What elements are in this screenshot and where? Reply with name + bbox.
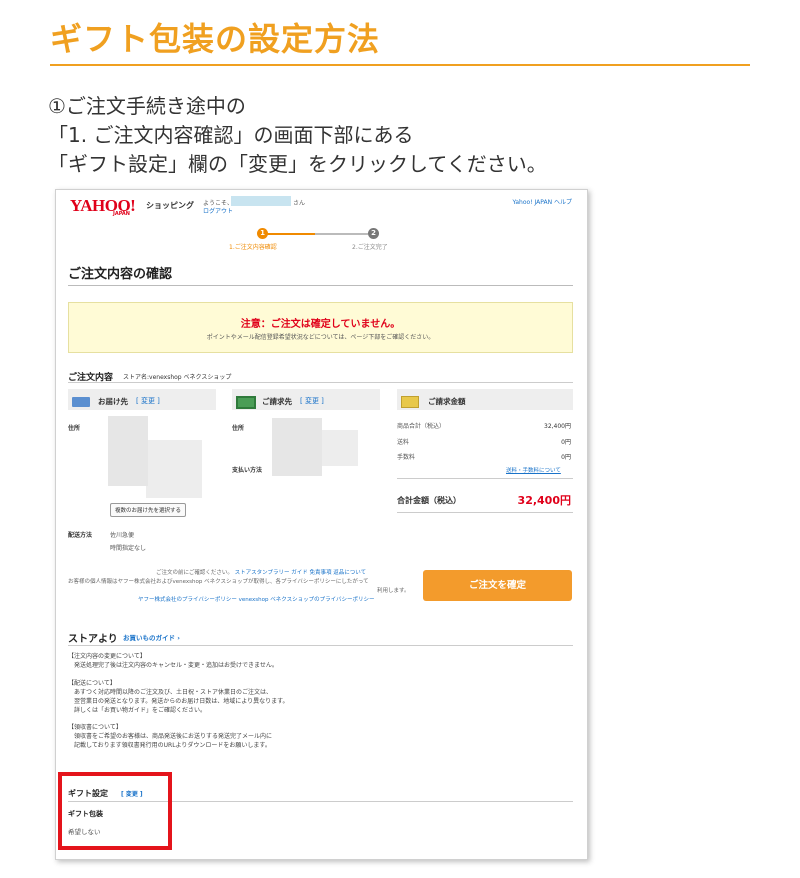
total-label: 合計金額（税込）: [397, 496, 461, 505]
logout-link[interactable]: ログアウト: [203, 206, 233, 215]
yahoo-logo-sub: JAPAN: [113, 211, 130, 217]
note-line: 詳しくは「お買い物ガイド」をご確認ください。: [74, 707, 207, 714]
shipping-label: 送料: [397, 439, 410, 446]
order-divider: [68, 382, 573, 383]
subtotal-label: 商品合計（税込）: [397, 423, 446, 430]
privacy-line-1: ご注文の前にご確認ください。 ストアスタンプラリー ガイド 免責事項 返品につい…: [156, 568, 366, 576]
instructions: ①ご注文手続き途中の 「1. ご注文内容確認」の画面下部にある 「ギフト設定」欄…: [48, 92, 547, 179]
store-note: 【配送について】 あすつく対応時間以降のご注文及び、土日祝・ストア休業日のご注文…: [68, 679, 289, 715]
note-title: 【領収書について】: [68, 724, 122, 731]
page-title: ギフト包装の設定方法: [50, 20, 381, 58]
step-1-indicator: 1: [257, 228, 268, 239]
delivery-title: お届け先: [98, 397, 128, 406]
billing-address-redacted: [272, 418, 322, 476]
fee-info-link[interactable]: 送料・手数料について: [506, 466, 561, 474]
instruction-line: ①ご注文手続き途中の: [48, 94, 246, 118]
card-icon: [236, 396, 256, 409]
total-value: 32,400円: [517, 494, 571, 507]
delivery-time-value: 時間指定なし: [110, 545, 147, 552]
heading-divider: [68, 285, 573, 286]
header-links[interactable]: Yahoo! JAPAN ヘルプ: [513, 197, 572, 206]
billing-address-label: 住所: [232, 425, 245, 432]
store-divider: [68, 645, 573, 646]
privacy-links[interactable]: ストアスタンプラリー ガイド 免責事項 返品について: [235, 570, 366, 576]
confirm-heading: ご注文内容の確認: [68, 267, 173, 282]
billing-change-link[interactable]: [ 変更 ]: [300, 396, 324, 406]
shopping-guide-link[interactable]: お買いものガイド ›: [123, 632, 180, 642]
store-note: 【領収書について】 領収書をご希望のお客様は、商品発送後にお送りする発送完了メー…: [68, 723, 272, 750]
delivery-method-value: 佐川急便: [110, 532, 135, 539]
title-divider: [50, 64, 750, 66]
fee-value: 0円: [561, 454, 571, 461]
notice-main-text: 注意：ご注文は確定していません。: [240, 319, 401, 330]
note-line: あすつく対応時間以降のご注文及び、土日祝・ストア休業日のご注文は、: [74, 689, 273, 696]
store-note: 【注文内容の変更について】 発送処理完了後は注文内容のキャンセル・変更・追加はお…: [68, 652, 278, 670]
service-name: ショッピング: [146, 201, 194, 210]
total-divider: [397, 512, 573, 513]
checkout-screenshot: YAHOO! JAPAN ショッピング ようこそ、 さん ログアウト Yahoo…: [55, 189, 588, 860]
step-2-indicator: 2: [368, 228, 379, 239]
notice-sub-text: ポイントやメール配信登録希望状況などについては、ページ下部をご確認ください。: [206, 334, 435, 341]
delivery-method-label: 配送方法: [68, 532, 93, 539]
payment-method-label: 支払い方法: [232, 467, 263, 474]
note-title: 【配送について】: [68, 680, 116, 687]
note-line: 翌営業日の発送となります。発送からのお届け日数は、地域により異なります。: [74, 698, 289, 705]
billing-title: ご請求先: [262, 397, 292, 406]
shipping-value: 0円: [561, 439, 571, 446]
note-line: 記載しております領収書発行用のURLよりダウンロードをお願いします。: [74, 742, 271, 749]
step-2-label: 2.ご注文完了: [352, 244, 388, 251]
delivery-address-redacted: [146, 440, 202, 498]
amount-title: ご請求金額: [428, 397, 466, 406]
delivery-address-label: 住所: [68, 425, 81, 432]
multi-address-button[interactable]: 複数のお届け先を選択する: [110, 503, 187, 517]
instruction-line: 「1. ご注文内容確認」の画面下部にある: [48, 123, 414, 147]
confirm-order-button[interactable]: ご注文を確定: [423, 570, 572, 601]
money-icon: [401, 396, 419, 408]
fee-label: 手数料: [397, 454, 416, 461]
amount-header: [397, 389, 573, 410]
delivery-change-link[interactable]: [ 変更 ]: [136, 396, 160, 406]
step-track-progress: [263, 233, 315, 235]
billing-address-redacted: [318, 430, 358, 466]
truck-icon: [72, 397, 90, 407]
welcome-suffix: さん: [293, 200, 306, 207]
note-line: 領収書をご希望のお客様は、商品発送後にお送りする発送完了メール内に: [74, 733, 273, 740]
delivery-address-redacted: [108, 416, 148, 486]
privacy-line-3: 利用します。: [377, 588, 410, 594]
notice-box: 注意：ご注文は確定していません。 ポイントやメール配信登録希望状況などについては…: [68, 302, 573, 353]
privacy-line-2: お客様の個人情報はヤフー株式会社およびvenexshop ベネクスショップが取得…: [68, 579, 369, 585]
subtotal-value: 32,400円: [544, 423, 571, 430]
note-line: 発送処理完了後は注文内容のキャンセル・変更・追加はお受けできません。: [74, 662, 278, 669]
amount-divider: [397, 478, 573, 479]
store-name: ストア名:venexshop ベネクスショップ: [123, 374, 232, 381]
privacy-policy-links[interactable]: ヤフー株式会社のプライバシーポリシー venexshop ベネクスショップのプラ…: [138, 595, 375, 603]
store-heading: ストアより: [68, 634, 118, 645]
step-1-label: 1.ご注文内容確認: [229, 244, 277, 251]
gift-highlight-frame: [58, 772, 172, 850]
instruction-line: 「ギフト設定」欄の「変更」をクリックしてください。: [48, 152, 547, 176]
privacy-intro: ご注文の前にご確認ください。: [156, 570, 233, 576]
note-title: 【注文内容の変更について】: [68, 653, 146, 660]
user-name-redacted: [231, 196, 291, 206]
